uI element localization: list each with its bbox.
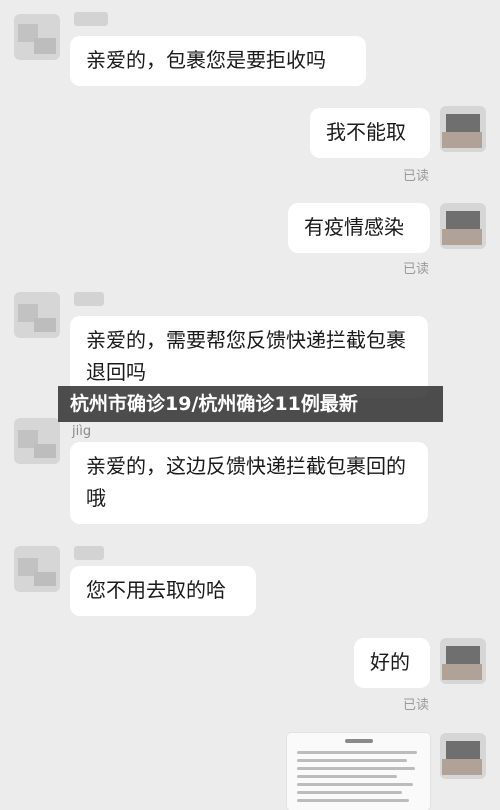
- contact-name-blurred: [74, 12, 108, 26]
- thumbnail-header: [345, 739, 373, 743]
- message-text: 亲爱的，包裹您是要拒收吗: [86, 48, 326, 72]
- sender-name-fragment: jiìg: [72, 424, 92, 439]
- headline-overlay: 杭州市确诊19/杭州确诊11例最新: [58, 386, 443, 422]
- thumbnail-text-line: [297, 799, 409, 802]
- thumbnail-text-line: [297, 775, 397, 778]
- read-receipt: 已读: [403, 169, 430, 184]
- contact-name-blurred: [74, 292, 104, 306]
- thumbnail-text-line: [297, 751, 417, 754]
- message-bubble-right[interactable]: 我不能取: [310, 108, 430, 158]
- thumbnail-text-line: [297, 791, 402, 794]
- message-bubble-left[interactable]: 您不用去取的哈: [70, 566, 256, 616]
- message-text: 亲爱的，这边反馈快递拦截包裹回的哦: [86, 454, 406, 510]
- contact-avatar[interactable]: [14, 292, 60, 338]
- read-receipt: 已读: [403, 262, 430, 277]
- message-text: 有疫情感染: [304, 215, 404, 239]
- contact-avatar[interactable]: [14, 14, 60, 60]
- thumbnail-text-line: [297, 759, 407, 762]
- my-avatar[interactable]: [440, 106, 486, 152]
- message-bubble-left[interactable]: 亲爱的，包裹您是要拒收吗: [70, 36, 366, 86]
- message-bubble-right[interactable]: 有疫情感染: [288, 203, 430, 253]
- message-bubble-right[interactable]: 好的: [354, 638, 430, 688]
- message-text: 亲爱的，需要帮您反馈快递拦截包裹退回吗: [86, 328, 406, 384]
- thumbnail-text-line: [297, 767, 415, 770]
- contact-name-blurred: [74, 546, 104, 560]
- message-text: 您不用去取的哈: [86, 578, 226, 602]
- my-avatar[interactable]: [440, 203, 486, 249]
- read-receipt: 已读: [403, 698, 430, 713]
- message-text: 好的: [370, 650, 410, 674]
- my-avatar[interactable]: [440, 638, 486, 684]
- message-bubble-left[interactable]: 亲爱的，这边反馈快递拦截包裹回的哦: [70, 442, 428, 524]
- message-text: 我不能取: [326, 120, 406, 144]
- thumbnail-text-line: [297, 783, 413, 786]
- contact-avatar[interactable]: [14, 546, 60, 592]
- image-message-thumbnail[interactable]: [287, 733, 430, 810]
- contact-avatar[interactable]: [14, 418, 60, 464]
- my-avatar[interactable]: [440, 733, 486, 779]
